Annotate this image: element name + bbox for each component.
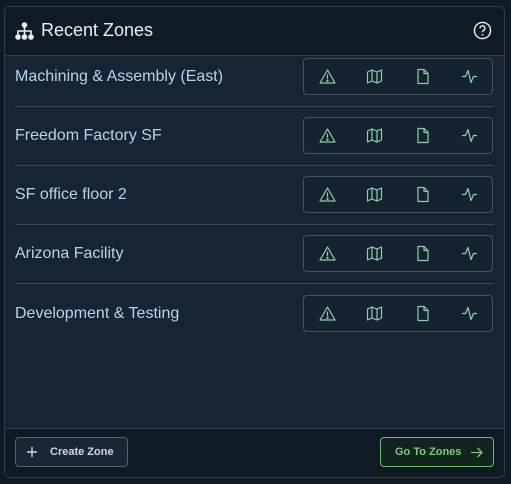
zone-name[interactable]: Development & Testing	[15, 305, 179, 323]
zone-name[interactable]: Freedom Factory SF	[15, 127, 162, 145]
map-icon[interactable]	[366, 245, 383, 262]
activity-icon[interactable]	[461, 127, 478, 144]
zone-row[interactable]: Machining & Assembly (East)	[15, 48, 494, 107]
plus-icon	[27, 447, 37, 457]
arrow-right-icon	[471, 447, 483, 458]
zone-actions	[303, 295, 493, 332]
help-circle-icon[interactable]	[473, 21, 492, 40]
alert-triangle-icon[interactable]	[319, 305, 336, 322]
zone-actions	[303, 58, 493, 95]
card-title: Recent Zones	[41, 20, 154, 40]
zone-name[interactable]: SF office floor 2	[15, 186, 127, 204]
zone-actions	[303, 176, 493, 213]
activity-icon[interactable]	[461, 245, 478, 262]
zone-row[interactable]: Arizona Facility	[15, 225, 494, 284]
hierarchy-icon	[15, 22, 34, 40]
activity-icon[interactable]	[461, 68, 478, 85]
alert-triangle-icon[interactable]	[319, 186, 336, 203]
file-icon[interactable]	[414, 305, 431, 322]
zone-name[interactable]: Machining & Assembly (East)	[15, 68, 223, 86]
zone-row[interactable]: SF office floor 2	[15, 166, 494, 225]
zone-name[interactable]: Arizona Facility	[15, 245, 123, 263]
activity-icon[interactable]	[461, 305, 478, 322]
recent-zones-card: Recent Zones Machining & Assembly (East)…	[4, 6, 505, 478]
file-icon[interactable]	[414, 245, 431, 262]
activity-icon[interactable]	[461, 186, 478, 203]
file-icon[interactable]	[414, 127, 431, 144]
map-icon[interactable]	[366, 186, 383, 203]
file-icon[interactable]	[414, 186, 431, 203]
go-to-zones-label: Go To Zones	[395, 446, 462, 458]
zone-row[interactable]: Freedom Factory SF	[15, 107, 494, 166]
map-icon[interactable]	[366, 127, 383, 144]
map-icon[interactable]	[366, 305, 383, 322]
alert-triangle-icon[interactable]	[319, 127, 336, 144]
create-zone-label: Create Zone	[50, 446, 114, 458]
create-zone-button[interactable]: Create Zone	[15, 437, 128, 467]
file-icon[interactable]	[414, 68, 431, 85]
alert-triangle-icon[interactable]	[319, 245, 336, 262]
card-footer: Create Zone Go To Zones	[5, 428, 504, 477]
zone-actions	[303, 235, 493, 272]
zone-row[interactable]: Development & Testing	[15, 285, 494, 343]
zone-actions	[303, 117, 493, 154]
go-to-zones-button[interactable]: Go To Zones	[380, 437, 494, 467]
map-icon[interactable]	[366, 68, 383, 85]
alert-triangle-icon[interactable]	[319, 68, 336, 85]
